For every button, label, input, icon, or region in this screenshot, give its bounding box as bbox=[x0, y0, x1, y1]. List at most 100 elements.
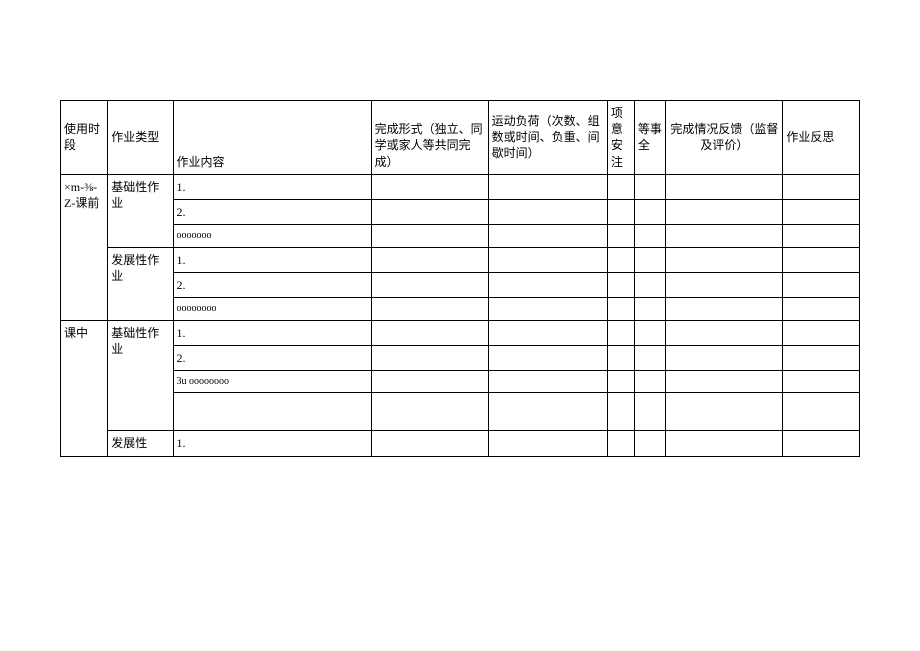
feedback-cell bbox=[666, 320, 783, 345]
content-cell: 2. bbox=[173, 199, 371, 224]
content-cell: 1. bbox=[173, 320, 371, 345]
note-cell bbox=[607, 174, 634, 199]
reflect-cell bbox=[783, 345, 860, 370]
content-cell: oooooooo bbox=[173, 298, 371, 321]
reflect-cell bbox=[783, 370, 860, 393]
form-cell bbox=[371, 174, 488, 199]
note-cell bbox=[607, 345, 634, 370]
load-cell bbox=[488, 345, 607, 370]
note-cell bbox=[607, 431, 634, 456]
load-cell bbox=[488, 247, 607, 272]
note-cell bbox=[607, 370, 634, 393]
content-cell: 1. bbox=[173, 174, 371, 199]
load-cell bbox=[488, 174, 607, 199]
feedback-cell bbox=[666, 345, 783, 370]
form-cell bbox=[371, 320, 488, 345]
reflect-cell bbox=[783, 174, 860, 199]
type-basic: 基础性作业 bbox=[108, 320, 173, 431]
safety-cell bbox=[634, 431, 666, 456]
form-cell bbox=[371, 247, 488, 272]
reflect-cell bbox=[783, 431, 860, 456]
note-cell bbox=[607, 393, 634, 431]
load-cell bbox=[488, 320, 607, 345]
note-cell bbox=[607, 298, 634, 321]
type-basic: 基础性作业 bbox=[108, 174, 173, 247]
feedback-cell bbox=[666, 393, 783, 431]
form-cell bbox=[371, 199, 488, 224]
note-cell bbox=[607, 320, 634, 345]
form-cell bbox=[371, 298, 488, 321]
reflect-cell bbox=[783, 247, 860, 272]
phase-pre: ×m-⅜-Z-课前 bbox=[61, 174, 108, 320]
safety-cell bbox=[634, 199, 666, 224]
feedback-cell bbox=[666, 298, 783, 321]
table-row: ×m-⅜-Z-课前 基础性作业 1. bbox=[61, 174, 860, 199]
reflect-cell bbox=[783, 320, 860, 345]
reflect-cell bbox=[783, 393, 860, 431]
content-cell bbox=[173, 393, 371, 431]
form-cell bbox=[371, 431, 488, 456]
content-cell: 2. bbox=[173, 345, 371, 370]
safety-cell bbox=[634, 247, 666, 272]
safety-cell bbox=[634, 272, 666, 297]
header-form: 完成形式（独立、同学或家人等共同完成） bbox=[371, 101, 488, 175]
safety-cell bbox=[634, 345, 666, 370]
load-cell bbox=[488, 298, 607, 321]
content-cell: 2. bbox=[173, 272, 371, 297]
note-cell bbox=[607, 199, 634, 224]
content-cell: 1. bbox=[173, 431, 371, 456]
load-cell bbox=[488, 272, 607, 297]
reflect-cell bbox=[783, 272, 860, 297]
load-cell bbox=[488, 393, 607, 431]
table-row: 发展性 1. bbox=[61, 431, 860, 456]
reflect-cell bbox=[783, 199, 860, 224]
type-develop: 发展性作业 bbox=[108, 247, 173, 320]
safety-cell bbox=[634, 174, 666, 199]
safety-cell bbox=[634, 225, 666, 248]
header-content: 作业内容 bbox=[173, 101, 371, 175]
feedback-cell bbox=[666, 247, 783, 272]
form-cell bbox=[371, 225, 488, 248]
safety-cell bbox=[634, 370, 666, 393]
phase-mid: 课中 bbox=[61, 320, 108, 456]
table-row: 课中 基础性作业 1. bbox=[61, 320, 860, 345]
table-row: 发展性作业 1. bbox=[61, 247, 860, 272]
content-cell: ooooooo bbox=[173, 225, 371, 248]
reflect-cell bbox=[783, 298, 860, 321]
table-row bbox=[61, 393, 860, 431]
content-cell: 3u oooooooo bbox=[173, 370, 371, 393]
safety-cell bbox=[634, 320, 666, 345]
header-feedback: 完成情况反馈（监督及评价） bbox=[666, 101, 783, 175]
form-cell bbox=[371, 345, 488, 370]
load-cell bbox=[488, 431, 607, 456]
safety-cell bbox=[634, 393, 666, 431]
note-cell bbox=[607, 247, 634, 272]
header-row: 使用时段 作业类型 作业内容 完成形式（独立、同学或家人等共同完成） 运动负荷（… bbox=[61, 101, 860, 175]
feedback-cell bbox=[666, 431, 783, 456]
content-cell: 1. bbox=[173, 247, 371, 272]
type-develop-short: 发展性 bbox=[108, 431, 173, 456]
table-row: 2. bbox=[61, 272, 860, 297]
feedback-cell bbox=[666, 225, 783, 248]
assignment-table: 使用时段 作业类型 作业内容 完成形式（独立、同学或家人等共同完成） 运动负荷（… bbox=[60, 100, 860, 457]
reflect-cell bbox=[783, 225, 860, 248]
load-cell bbox=[488, 370, 607, 393]
form-cell bbox=[371, 393, 488, 431]
feedback-cell bbox=[666, 272, 783, 297]
feedback-cell bbox=[666, 370, 783, 393]
table-row: 3u oooooooo bbox=[61, 370, 860, 393]
table-row: oooooooo bbox=[61, 298, 860, 321]
load-cell bbox=[488, 199, 607, 224]
note-cell bbox=[607, 272, 634, 297]
load-cell bbox=[488, 225, 607, 248]
table-row: 2. bbox=[61, 345, 860, 370]
feedback-cell bbox=[666, 174, 783, 199]
form-cell bbox=[371, 272, 488, 297]
header-reflect: 作业反思 bbox=[783, 101, 860, 175]
header-load: 运动负荷（次数、组数或时间、负重、间歇时间） bbox=[488, 101, 607, 175]
header-phase: 使用时段 bbox=[61, 101, 108, 175]
feedback-cell bbox=[666, 199, 783, 224]
table-row: ooooooo bbox=[61, 225, 860, 248]
header-type: 作业类型 bbox=[108, 101, 173, 175]
header-note: 项意安注 bbox=[607, 101, 634, 175]
